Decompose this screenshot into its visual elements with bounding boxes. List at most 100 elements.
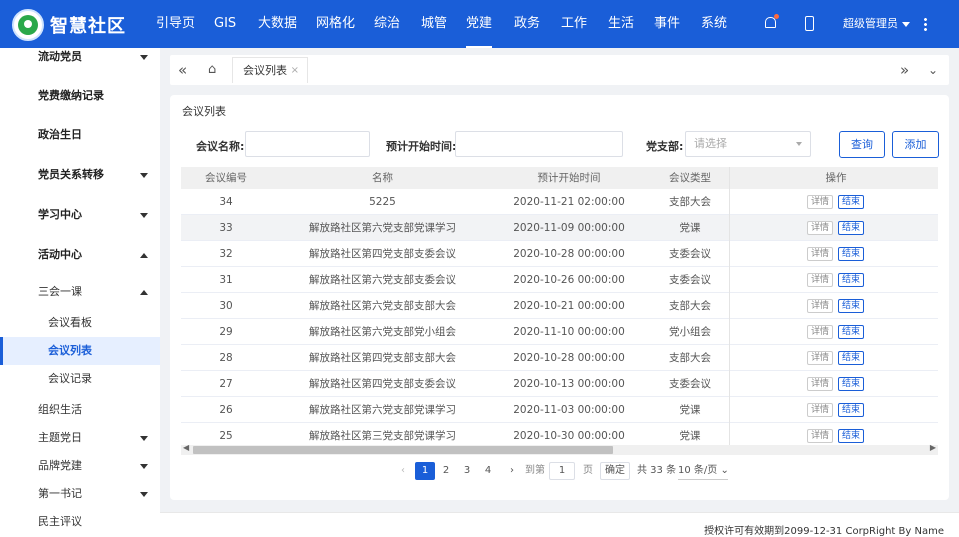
col-header-type: 会议类型	[669, 172, 711, 184]
cell-time: 2020-10-28 00:00:00	[513, 352, 625, 364]
nav-item[interactable]: 网格化	[316, 0, 355, 48]
sidebar-item-evaluation[interactable]: 民主评议	[0, 502, 160, 537]
detail-button[interactable]: 详情	[807, 325, 834, 339]
sidebar-subitem-meeting-board[interactable]: 会议看板	[0, 309, 160, 337]
end-button[interactable]: 结束	[838, 273, 865, 287]
end-button[interactable]: 结束	[838, 351, 865, 365]
sidebar-group-three-meetings[interactable]: 三会一课	[0, 272, 160, 312]
page-2[interactable]: 2	[436, 462, 456, 480]
sidebar-item-transfer[interactable]: 党员关系转移	[0, 155, 160, 195]
add-button[interactable]: 添加	[892, 131, 939, 158]
page-size-select[interactable]: 10 条/页 ⌄	[678, 462, 729, 480]
double-chevron-left-icon[interactable]: «	[178, 55, 187, 85]
table-row[interactable]: 31 解放路社区第六党支部支委会议 2020-10-26 00:00:00 支委会议 详…	[181, 267, 938, 293]
goto-confirm-button[interactable]: 确定	[600, 462, 630, 480]
close-icon[interactable]: ×	[291, 58, 299, 84]
goto-page-input[interactable]: 1	[549, 462, 575, 480]
cell-time: 2020-10-28 00:00:00	[513, 248, 625, 260]
detail-button[interactable]: 详情	[807, 351, 834, 365]
meeting-name-input[interactable]	[245, 131, 370, 157]
user-menu[interactable]: 超级管理员	[843, 0, 910, 48]
detail-button[interactable]: 详情	[807, 403, 834, 417]
nav-item[interactable]: 政务	[514, 0, 540, 48]
page-3[interactable]: 3	[457, 462, 477, 480]
end-button[interactable]: 结束	[838, 377, 865, 391]
detail-button[interactable]: 详情	[807, 377, 834, 391]
tab-meeting-list[interactable]: 会议列表 ×	[232, 57, 308, 83]
more-vertical-icon[interactable]	[924, 17, 927, 31]
table-row[interactable]: 32 解放路社区第四党支部支委会议 2020-10-28 00:00:00 支委会议 详…	[181, 241, 938, 267]
branch-select[interactable]: 请选择	[685, 131, 811, 157]
end-button[interactable]: 结束	[838, 195, 865, 209]
cell-time: 2020-11-09 00:00:00	[513, 222, 625, 234]
table-row[interactable]: 26 解放路社区第六党支部党课学习 2020-11-03 00:00:00 党课 详情结…	[181, 397, 938, 423]
query-button[interactable]: 查询	[839, 131, 885, 158]
chevron-down-icon	[140, 55, 148, 60]
sidebar-item-dues[interactable]: 党费缴纳记录	[0, 76, 160, 116]
cell-name: 解放路社区第六党支部党小组会	[309, 326, 456, 338]
table-row[interactable]: 33 解放路社区第六党支部党课学习 2020-11-09 00:00:00 党课 详情结…	[181, 215, 938, 241]
chevron-down-icon[interactable]: ⌄	[928, 55, 938, 85]
cell-type: 支部大会	[669, 300, 711, 312]
scroll-left-icon[interactable]: ◀	[183, 443, 189, 452]
sidebar-item-learning[interactable]: 学习中心	[0, 195, 160, 235]
cell-time: 2020-11-03 00:00:00	[513, 404, 625, 416]
notification-dot	[774, 14, 779, 19]
end-button[interactable]: 结束	[838, 221, 865, 235]
nav-item[interactable]: GIS	[214, 0, 236, 48]
meeting-table: 会议编号 名称 预计开始时间 会议类型 操作 34 5225 2020-11-21 …	[181, 167, 938, 454]
nav-item[interactable]: 城管	[421, 0, 447, 48]
sidebar-item-label: 政治生日	[38, 128, 82, 141]
nav-item[interactable]: 综治	[374, 0, 400, 48]
prev-page-icon[interactable]: ‹	[396, 462, 410, 480]
sidebar-item-floating-members[interactable]: 流动党员	[0, 48, 160, 77]
sidebar-item-political-birthday[interactable]: 政治生日	[0, 115, 160, 155]
horizontal-scrollbar[interactable]: ◀ ▶	[181, 443, 938, 455]
scrollbar-thumb[interactable]	[193, 446, 613, 454]
detail-button[interactable]: 详情	[807, 221, 834, 235]
start-time-label: 预计开始时间:	[386, 140, 457, 153]
tab-label: 会议列表	[243, 64, 287, 77]
table-header: 会议编号 名称 预计开始时间 会议类型 操作	[181, 167, 938, 189]
page-4[interactable]: 4	[478, 462, 498, 480]
end-button[interactable]: 结束	[838, 247, 865, 261]
table-row[interactable]: 27 解放路社区第四党支部支委会议 2020-10-13 00:00:00 支委会议 详…	[181, 371, 938, 397]
detail-button[interactable]: 详情	[807, 273, 834, 287]
nav-item[interactable]: 事件	[654, 0, 680, 48]
table-row[interactable]: 28 解放路社区第四党支部支部大会 2020-10-28 00:00:00 支部大会 详…	[181, 345, 938, 371]
sidebar-subitem-meeting-list[interactable]: 会议列表	[0, 337, 160, 365]
end-button[interactable]: 结束	[838, 325, 865, 339]
end-button[interactable]: 结束	[838, 429, 865, 443]
page-unit-label: 页	[583, 465, 593, 476]
detail-button[interactable]: 详情	[807, 429, 834, 443]
cell-id: 29	[219, 326, 233, 338]
start-time-input[interactable]	[455, 131, 623, 157]
detail-button[interactable]: 详情	[807, 299, 834, 313]
sidebar-item-label: 党员关系转移	[38, 168, 104, 181]
sidebar-subitem-meeting-records[interactable]: 会议记录	[0, 365, 160, 393]
home-icon[interactable]: ⌂	[208, 55, 216, 85]
sidebar-item-activity[interactable]: 活动中心	[0, 235, 160, 275]
nav-item[interactable]: 引导页	[156, 0, 195, 48]
mobile-icon[interactable]	[805, 16, 814, 31]
table-row[interactable]: 30 解放路社区第六党支部支部大会 2020-10-21 00:00:00 支部大会 详…	[181, 293, 938, 319]
table-row[interactable]: 34 5225 2020-11-21 02:00:00 支部大会 详情 结束	[181, 189, 938, 215]
sidebar-item-label: 第一书记	[38, 487, 82, 500]
double-chevron-right-icon[interactable]: »	[900, 55, 909, 85]
detail-button[interactable]: 详情	[807, 247, 834, 261]
nav-item[interactable]: 系统	[701, 0, 727, 48]
table-row[interactable]: 29 解放路社区第六党支部党小组会 2020-11-10 00:00:00 党小组会 详…	[181, 319, 938, 345]
nav-item[interactable]: 工作	[561, 0, 587, 48]
cell-name: 解放路社区第六党支部党课学习	[309, 404, 456, 416]
next-page-icon[interactable]: ›	[505, 462, 519, 480]
end-button[interactable]: 结束	[838, 299, 865, 313]
bell-icon[interactable]	[765, 14, 779, 28]
page-1[interactable]: 1	[415, 462, 435, 480]
meeting-name-label: 会议名称:	[196, 140, 245, 153]
scroll-right-icon[interactable]: ▶	[930, 443, 936, 452]
detail-button[interactable]: 详情	[807, 195, 834, 209]
nav-item[interactable]: 党建	[466, 0, 493, 48]
end-button[interactable]: 结束	[838, 403, 865, 417]
nav-item[interactable]: 生活	[608, 0, 634, 48]
nav-item[interactable]: 大数据	[258, 0, 297, 48]
